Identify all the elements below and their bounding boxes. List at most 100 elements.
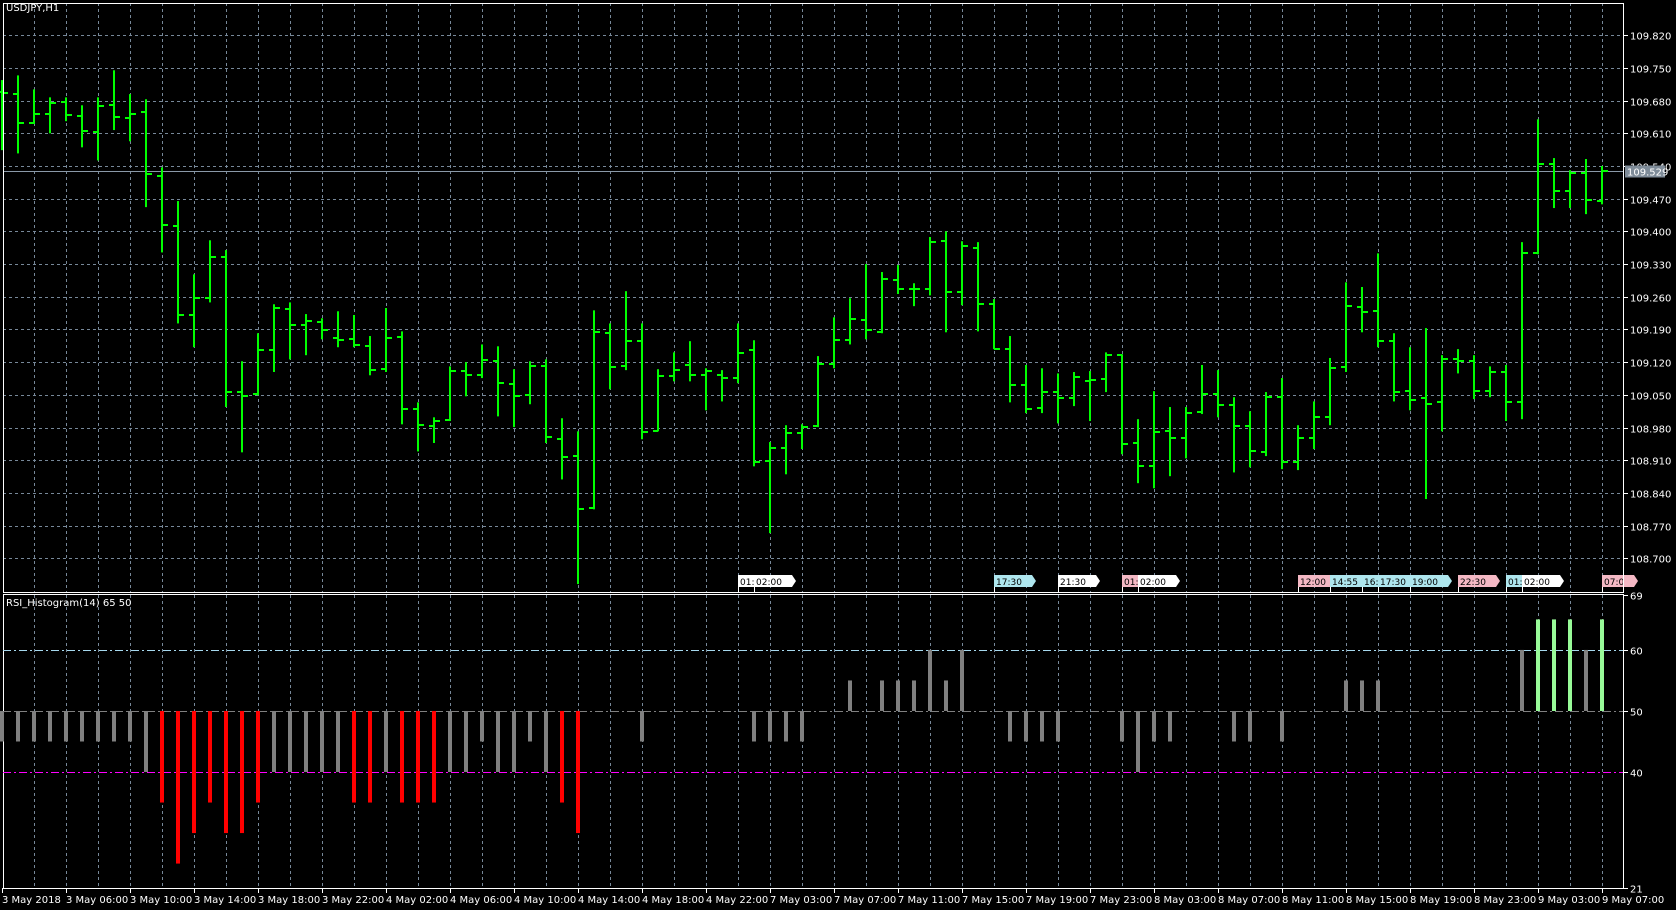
ohlc-bar: [77, 105, 88, 148]
bar-open-tick: [1085, 380, 1090, 382]
ohlc-bar: [1581, 159, 1592, 215]
bar-close-tick: [914, 288, 920, 290]
time-axis-label: 3 May 06:00: [66, 895, 128, 906]
price-axis-label: 109.610: [1630, 130, 1671, 141]
bar-open-tick: [61, 101, 66, 103]
histogram-bar: [1008, 710, 1012, 742]
bar-close-tick: [98, 105, 104, 107]
bar-close-tick: [1218, 404, 1224, 406]
price-axis-label: 109.750: [1630, 65, 1671, 76]
price-axis-label: 109.120: [1630, 359, 1671, 370]
bar-range: [1009, 336, 1011, 403]
histogram-bar: [1168, 710, 1172, 742]
bar-open-tick: [1597, 200, 1602, 202]
histogram-bar: [1552, 619, 1556, 711]
bar-open-tick: [1373, 310, 1378, 312]
bar-close-tick: [1186, 412, 1192, 414]
histogram-bar: [1584, 649, 1588, 711]
bar-open-tick: [541, 365, 546, 367]
ohlc-bar: [845, 298, 856, 345]
ohlc-bar: [317, 318, 328, 340]
bar-range: [625, 291, 627, 371]
bar-range: [1169, 407, 1171, 477]
histogram-bar: [1136, 710, 1140, 773]
ohlc-bar: [445, 366, 456, 422]
price-axis-label: 109.820: [1630, 32, 1671, 43]
ohlc-bar: [429, 417, 440, 443]
time-axis-label: 3 May 22:00: [322, 895, 384, 906]
bar-open-tick: [509, 383, 514, 385]
bar-close-tick: [1474, 390, 1480, 392]
ohlc-bar: [909, 283, 920, 307]
bar-close-tick: [498, 382, 504, 384]
bar-close-tick: [306, 320, 312, 322]
ohlc-bar: [1149, 391, 1160, 489]
bar-open-tick: [685, 364, 690, 366]
event-flag: 02:00: [1138, 575, 1180, 592]
indicator-axis-label: 50: [1630, 708, 1643, 719]
bar-close-tick: [82, 130, 88, 132]
bar-close-tick: [1058, 397, 1064, 399]
bar-open-tick: [1437, 401, 1442, 403]
ohlc-bar: [573, 431, 584, 585]
flag-label: 17:30: [1380, 578, 1406, 588]
histogram-bar: [1232, 710, 1236, 742]
time-axis-label: 4 May 14:00: [578, 895, 640, 906]
bar-open-tick: [1053, 391, 1058, 393]
histogram-bar: [368, 710, 372, 803]
bar-open-tick: [605, 332, 610, 334]
bar-range: [145, 99, 147, 208]
ohlc-bar: [893, 265, 904, 294]
bar-open-tick: [1325, 416, 1330, 418]
bar-open-tick: [477, 374, 482, 376]
histogram-bar: [288, 710, 292, 773]
bar-open-tick: [637, 340, 642, 342]
histogram-bar: [224, 710, 228, 834]
histogram-bar: [1376, 680, 1380, 711]
bar-open-tick: [781, 447, 786, 449]
flag-label: 02:00: [1140, 578, 1166, 588]
time-axis-label: 7 May 07:00: [834, 895, 896, 906]
bar-close-tick: [1538, 163, 1544, 165]
mt4-chart-window: 109.820109.750109.680109.610109.540109.4…: [0, 0, 1676, 910]
bar-open-tick: [589, 507, 594, 509]
bar-close-tick: [1362, 311, 1368, 313]
ohlc-bar: [1309, 401, 1320, 450]
bar-close-tick: [642, 431, 648, 433]
price-axis-label: 108.980: [1630, 425, 1671, 436]
bar-close-tick: [434, 420, 440, 422]
bar-range: [385, 308, 387, 373]
bar-open-tick: [125, 117, 130, 119]
bar-open-tick: [1533, 252, 1538, 254]
ohlc-bar: [461, 362, 472, 397]
price-axis-label: 109.330: [1630, 261, 1671, 272]
ohlc-bar: [1181, 407, 1192, 459]
histogram-bar: [336, 710, 340, 773]
ohlc-bar: [1085, 371, 1096, 422]
bar-range: [1121, 354, 1123, 455]
bar-open-tick: [0, 91, 2, 93]
price-axis-label: 109.050: [1630, 392, 1671, 403]
bar-close-tick: [690, 374, 696, 376]
bar-close-tick: [514, 395, 520, 397]
bar-open-tick: [1453, 358, 1458, 360]
time-axis-label: 7 May 11:00: [898, 895, 960, 906]
bar-range: [1201, 364, 1203, 415]
time-axis-label: 4 May 22:00: [706, 895, 768, 906]
bar-open-tick: [221, 256, 226, 258]
histogram-bar: [448, 710, 452, 773]
bar-close-tick: [1330, 367, 1336, 369]
bar-open-tick: [77, 115, 82, 117]
ohlc-bar: [557, 418, 568, 480]
bar-close-tick: [1202, 393, 1208, 395]
bar-close-tick: [546, 436, 552, 438]
event-flag: 07:0: [1602, 575, 1638, 592]
bar-open-tick: [1581, 172, 1586, 174]
bar-close-tick: [770, 447, 776, 449]
bar-open-tick: [1501, 371, 1506, 373]
bar-close-tick: [1234, 425, 1240, 427]
bar-open-tick: [1021, 384, 1026, 386]
bar-open-tick: [621, 365, 626, 367]
bar-close-tick: [258, 349, 264, 351]
chart-canvas[interactable]: 109.820109.750109.680109.610109.540109.4…: [0, 0, 1676, 910]
